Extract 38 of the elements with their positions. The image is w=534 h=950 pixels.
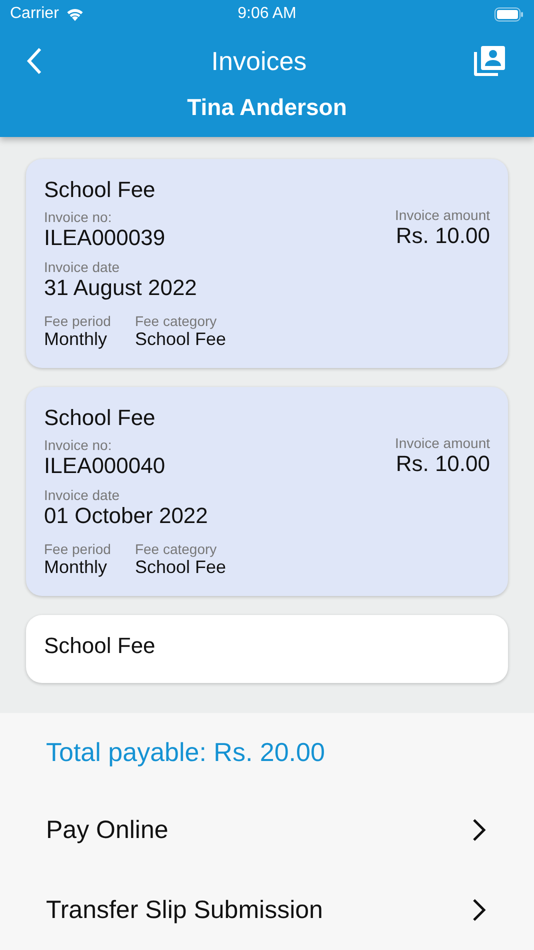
invoice-date-label: Invoice date (44, 487, 120, 503)
fee-period: Monthly (44, 329, 108, 350)
invoice-no-label: Invoice no: (44, 437, 113, 453)
fee-category: School Fee (134, 557, 226, 578)
action-row[interactable]: Pay Online (46, 790, 534, 870)
action-row[interactable]: Transfer Slip Submission (46, 870, 534, 950)
page-title: Invoices (211, 46, 307, 76)
fee-category: School Fee (134, 329, 226, 350)
fee-period-label: Fee period (44, 541, 111, 557)
invoice-no-label: Invoice no: (44, 209, 113, 225)
invoice-number: ILEA000040 (44, 453, 166, 479)
invoice-title: School Fee (44, 405, 156, 431)
battery-icon (494, 6, 524, 22)
invoice-amount: Rs. 10.00 (396, 223, 490, 249)
invoice-date: 31 August 2022 (44, 275, 198, 301)
invoice-date-label: Invoice date (44, 259, 120, 275)
invoice-card[interactable]: School Fee (26, 615, 508, 683)
wifi-icon (64, 6, 85, 22)
fee-category-label: Fee category (134, 313, 218, 329)
fee-period-label: Fee period (44, 313, 111, 329)
chevron-icon (472, 818, 486, 842)
status-time: 9:06 AM (238, 5, 296, 23)
total-payable: Total payable: Rs. 20.00 (46, 737, 326, 768)
fee-period: Monthly (44, 557, 108, 578)
contacts-button[interactable] (472, 44, 506, 78)
invoice-title: School Fee (44, 633, 156, 659)
invoice-card[interactable]: School Fee Invoice no: ILEA000040 Invoice date 01 October 2022 Fee period Monthly Fee category School Fee Invoice amount Rs. 10.00 (26, 387, 508, 596)
carrier-label: Carrier (10, 5, 59, 23)
fee-category-label: Fee category (134, 541, 218, 557)
invoice-title: School Fee (44, 177, 156, 203)
invoice-card[interactable]: School Fee Invoice no: ILEA000039 Invoice date 31 August 2022 Fee period Monthly Fee category School Fee Invoice amount Rs. 10.00 (26, 159, 508, 368)
invoice-amount: Rs. 10.00 (396, 451, 490, 477)
invoice-number: ILEA000039 (44, 225, 166, 251)
chevron-icon (472, 898, 486, 922)
invoice-amount-label: Invoice amount (395, 435, 490, 451)
invoice-amount-label: Invoice amount (395, 207, 490, 223)
student-name: Tina Anderson (187, 94, 347, 121)
invoice-date: 01 October 2022 (44, 503, 209, 529)
